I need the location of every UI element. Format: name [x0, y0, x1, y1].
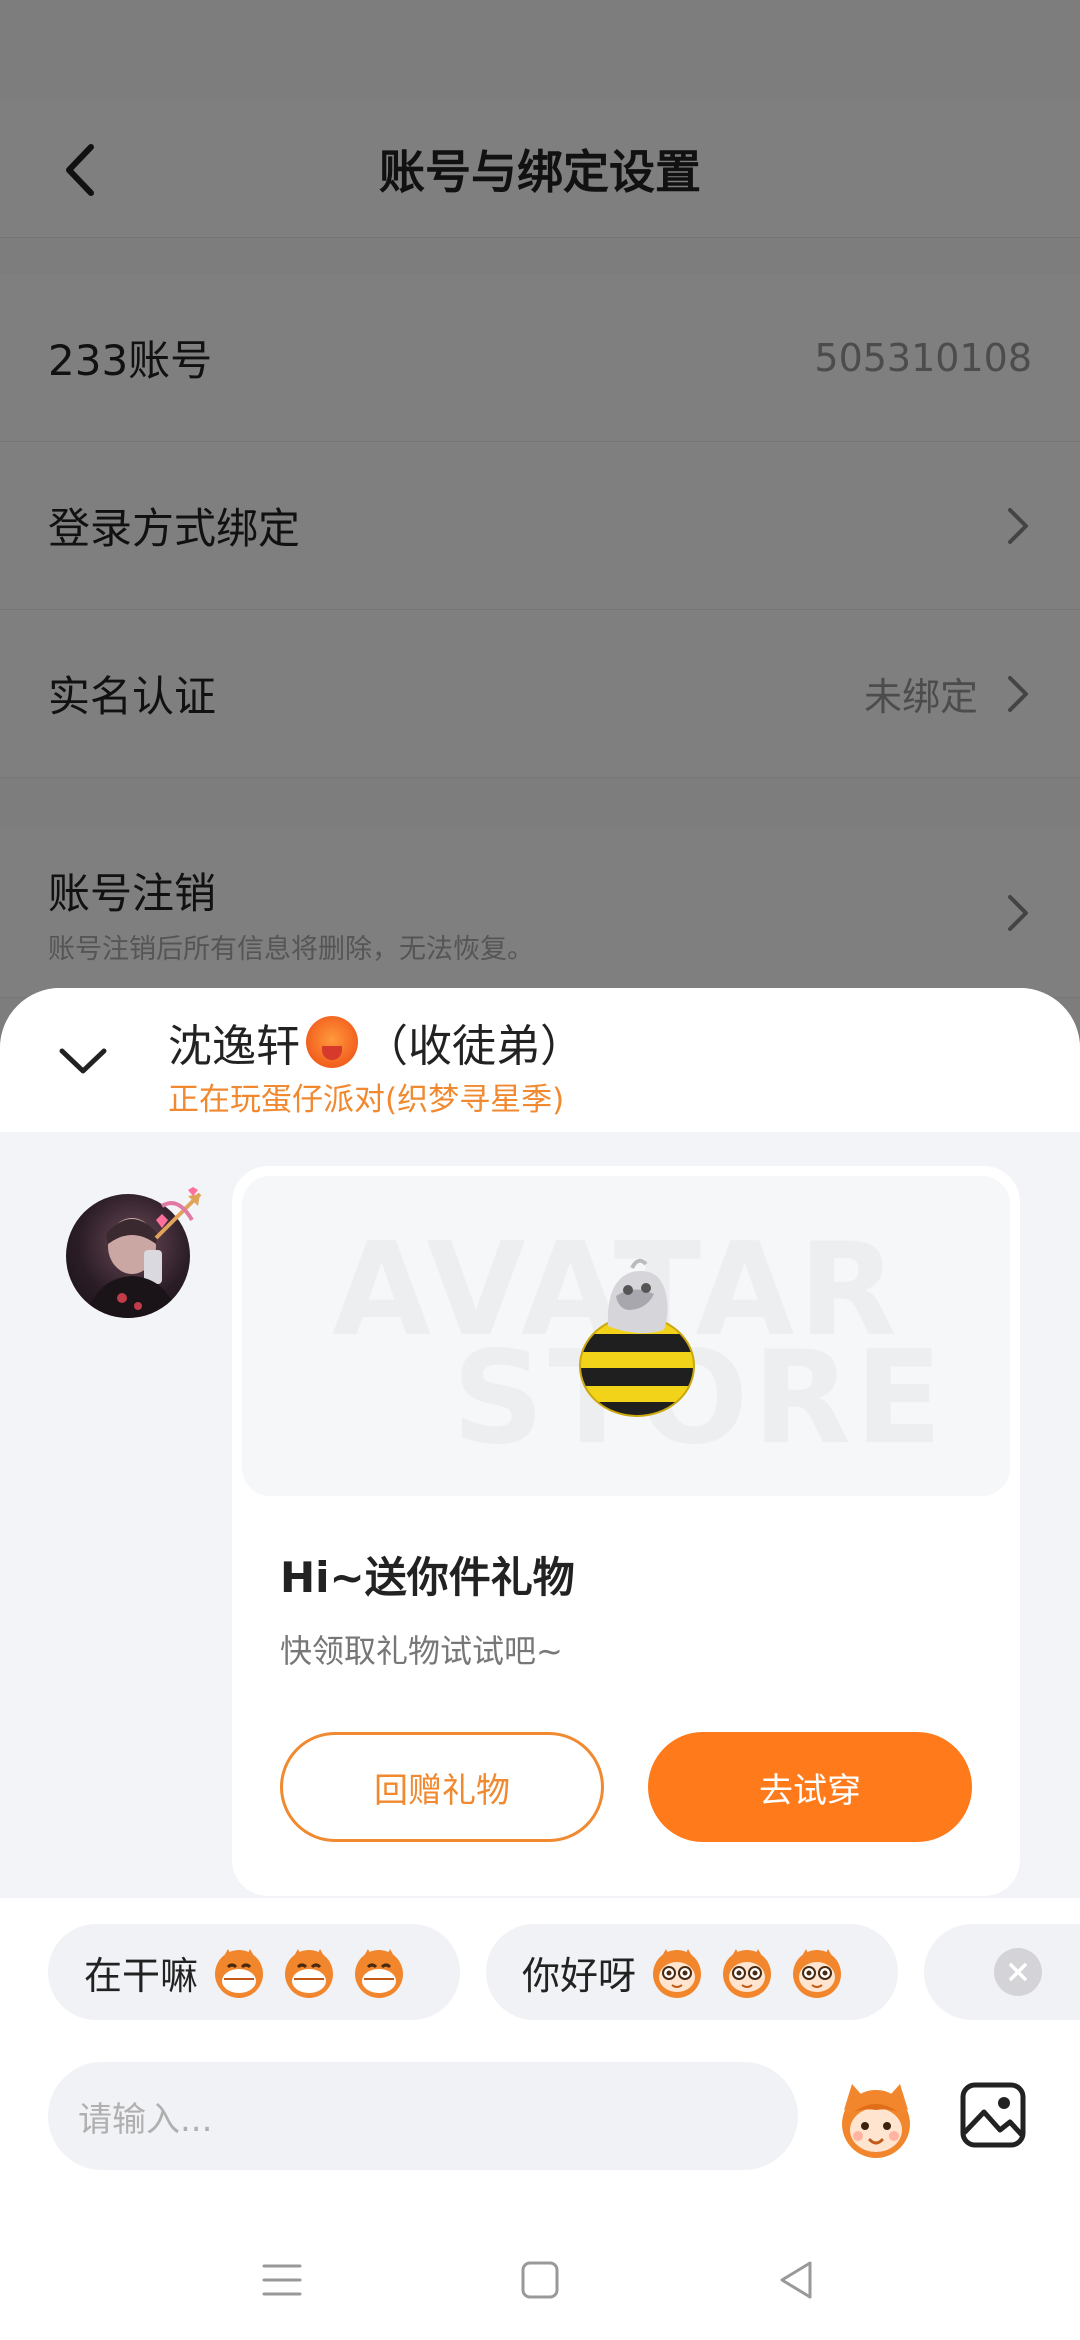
chevron-down-icon: [59, 1048, 107, 1074]
try-on-button[interactable]: 去试穿: [648, 1732, 972, 1842]
gift-preview: AVATAR STORE: [242, 1176, 1010, 1496]
smiling-mascot-emoji-icon: [723, 1949, 772, 1998]
grinning-mascot-emoji-icon: [215, 1949, 264, 1998]
gift-card: AVATAR STORE Hi~送你件礼物 快领取礼物试试吧~ 回赠礼物 去试穿: [232, 1166, 1020, 1896]
image-picker-icon[interactable]: [958, 2080, 1028, 2150]
grinning-mascot-emoji-icon: [285, 1949, 334, 1998]
sheet-header: 沈逸轩 （收徒弟） 正在玩蛋仔派对(织梦寻星季): [0, 988, 1080, 1132]
close-quick-replies-button[interactable]: [994, 1948, 1042, 1996]
home-button[interactable]: [500, 2240, 580, 2320]
friend-name-text: 沈逸轩: [168, 1021, 300, 1072]
square-home-icon: [521, 2261, 559, 2299]
quick-reply-chip[interactable]: 你好呀: [486, 1924, 898, 2020]
friend-status: 正在玩蛋仔派对(织梦寻星季): [168, 1082, 565, 1118]
grinning-mascot-emoji-icon: [355, 1949, 404, 1998]
friend-name: 沈逸轩 （收徒弟）: [168, 1010, 584, 1074]
gift-subtitle: 快领取礼物试试吧~: [280, 1632, 563, 1670]
smiling-mascot-emoji-icon: [653, 1949, 702, 1998]
friend-name-suffix: （收徒弟）: [364, 1021, 584, 1072]
hot-face-emoji-icon: [306, 1016, 358, 1068]
message-input[interactable]: 请输入...: [48, 2062, 798, 2170]
quick-reply-text: 在干嘛: [84, 1953, 199, 1998]
triangle-back-icon: [780, 2261, 812, 2299]
menu-lines-icon: [262, 2264, 302, 2296]
cupid-bow-icon: [154, 1187, 202, 1240]
recent-apps-button[interactable]: [242, 2240, 322, 2320]
mascot-emoji-button-icon[interactable]: [832, 2076, 920, 2164]
return-gift-button[interactable]: 回赠礼物: [280, 1732, 604, 1842]
quick-reply-text: 你好呀: [522, 1953, 637, 1998]
back-nav-button[interactable]: [756, 2240, 836, 2320]
quick-reply-chip[interactable]: 在干嘛: [48, 1924, 460, 2020]
close-icon: [1009, 1963, 1027, 1981]
smiling-mascot-emoji-icon: [793, 1949, 842, 1998]
collapse-button[interactable]: [50, 1028, 116, 1094]
gift-title: Hi~送你件礼物: [280, 1553, 575, 1602]
bee-costume-gift-icon: [579, 1258, 695, 1417]
system-nav-bar: [0, 2220, 1080, 2340]
